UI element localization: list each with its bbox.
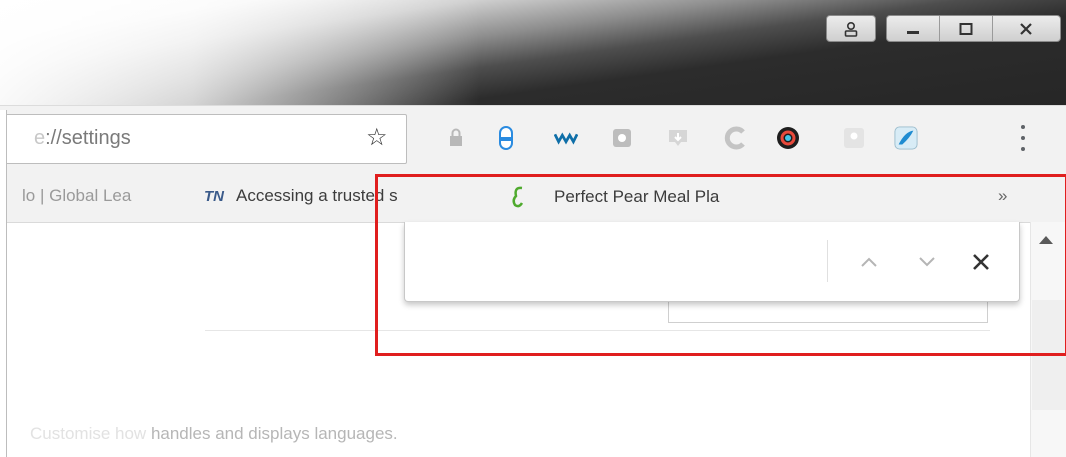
close-window-button[interactable]	[993, 16, 1060, 41]
divider	[205, 330, 990, 331]
find-bar	[404, 222, 1020, 302]
address-text[interactable]: e://settings	[34, 127, 131, 150]
find-next-button[interactable]	[911, 246, 943, 278]
shield-extension-icon[interactable]	[494, 126, 518, 150]
scroll-up-arrow-icon[interactable]	[1039, 236, 1053, 244]
map-extension-icon[interactable]	[842, 126, 866, 150]
minimize-icon	[906, 30, 919, 34]
chevron-down-icon	[919, 257, 935, 267]
find-separator	[827, 240, 828, 282]
puzzle-extension-icon[interactable]	[610, 126, 634, 150]
download-extension-icon[interactable]	[666, 126, 690, 150]
maximize-icon	[959, 22, 973, 35]
maximize-button[interactable]	[940, 16, 993, 41]
scrollbar-thumb[interactable]	[1032, 300, 1066, 410]
close-icon	[1020, 22, 1033, 35]
menu-icon[interactable]	[1016, 125, 1030, 151]
find-previous-button[interactable]	[853, 246, 885, 278]
languages-description: Customise how handles and displays langu…	[30, 424, 398, 443]
pear-icon	[512, 186, 524, 208]
profile-button[interactable]	[826, 15, 876, 42]
bookmark-item[interactable]: Perfect Pear Meal Pla	[508, 186, 778, 208]
minimize-button[interactable]	[887, 16, 940, 41]
lock-extension-icon[interactable]	[444, 126, 468, 150]
bookmark-item[interactable]: TN Accessing a trusted s	[204, 186, 476, 206]
person-icon	[844, 21, 858, 37]
address-bar[interactable]: e://settings ☆	[0, 114, 407, 164]
close-icon	[973, 254, 989, 270]
bird-extension-icon[interactable]	[894, 126, 918, 150]
find-input[interactable]	[417, 240, 821, 282]
window-border	[0, 110, 7, 457]
c-extension-icon[interactable]	[724, 126, 748, 150]
color-wheel-extension-icon[interactable]	[776, 126, 800, 150]
chevron-up-icon	[861, 257, 877, 267]
window-controls	[886, 15, 1061, 42]
star-icon[interactable]: ☆	[366, 126, 388, 150]
tn-icon: TN	[204, 187, 224, 205]
bookmark-item[interactable]: lo | Global Lea	[22, 186, 168, 206]
bookmarks-overflow-button[interactable]: »	[998, 186, 1007, 206]
find-close-button[interactable]	[965, 246, 997, 278]
wave-extension-icon[interactable]	[554, 126, 578, 150]
search-settings-field[interactable]	[668, 300, 988, 323]
